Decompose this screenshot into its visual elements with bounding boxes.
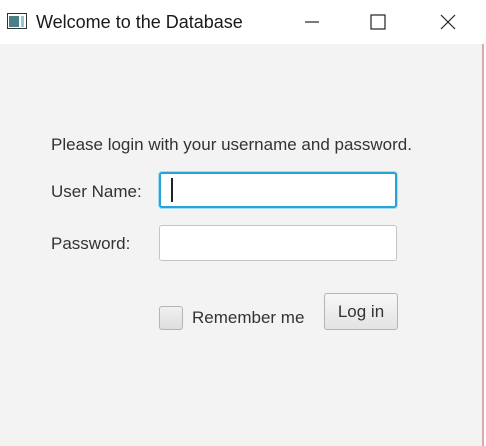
username-field[interactable] <box>159 172 397 208</box>
app-icon <box>7 13 27 29</box>
remember-me-checkbox[interactable] <box>159 306 183 330</box>
login-form: Please login with your username and pass… <box>0 44 484 446</box>
remember-me-label[interactable]: Remember me <box>192 308 304 328</box>
login-window: Welcome to the Database Please login wit… <box>0 0 484 446</box>
password-field[interactable] <box>159 225 397 261</box>
maximize-icon <box>370 14 386 30</box>
title-bar: Welcome to the Database <box>0 0 484 44</box>
close-icon <box>440 14 456 30</box>
login-prompt: Please login with your username and pass… <box>51 135 412 154</box>
maximize-button[interactable] <box>355 0 401 44</box>
text-caret <box>171 178 173 202</box>
minimize-button[interactable] <box>289 0 335 44</box>
password-label: Password: <box>51 234 131 253</box>
window-title: Welcome to the Database <box>36 12 243 32</box>
close-button[interactable] <box>425 0 471 44</box>
username-label: User Name: <box>51 182 142 201</box>
minimize-icon <box>305 21 319 23</box>
login-button[interactable]: Log in <box>324 293 398 330</box>
